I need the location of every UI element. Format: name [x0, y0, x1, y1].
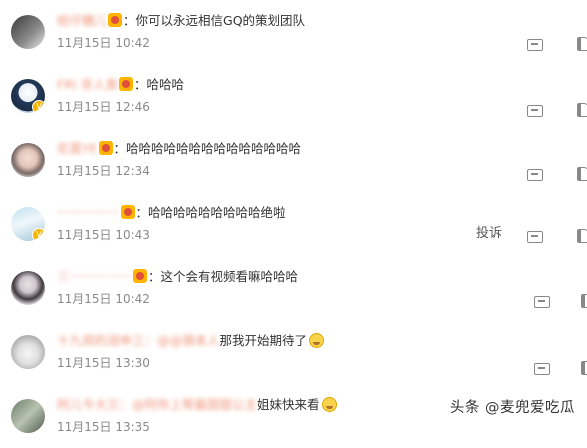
verified-icon: V	[32, 100, 45, 113]
fan-badge-icon	[120, 205, 135, 219]
report-link[interactable]: 投诉	[476, 222, 502, 241]
avatar[interactable]	[11, 15, 45, 49]
comment-text: ：哈哈哈哈哈哈哈哈哈绝啦	[135, 205, 286, 220]
fan-badge-icon	[133, 269, 148, 283]
comment-item: V FRI 非人类 ：哈哈哈 11月15日 12:46	[0, 64, 587, 128]
comment-username[interactable]: 阿儿今大兰	[57, 397, 120, 412]
like-icon[interactable]	[577, 229, 587, 243]
comment-time: 11月15日 10:42	[57, 36, 150, 50]
emoji-icon	[321, 397, 337, 412]
comment-time: 11月15日 10:43	[57, 228, 150, 242]
comment-time: 11月15日 12:46	[57, 100, 150, 114]
comment-text: 姐妹快来看	[257, 397, 320, 412]
avatar[interactable]	[11, 143, 45, 177]
comment-username[interactable]: 十九郑的润申三	[57, 333, 145, 348]
comment-icon[interactable]	[527, 105, 543, 117]
comment-item: 十九郑的润申三：@@頭本人那我开始期待了 11月15日 13:30	[0, 320, 587, 384]
comment-time: 11月15日 12:34	[57, 164, 150, 178]
comment-time: 11月15日 13:30	[57, 356, 150, 370]
like-icon[interactable]	[581, 361, 587, 375]
comment-item: 尼莫YE ：哈哈哈哈哈哈哈哈哈哈哈哈哈哈 11月15日 12:34	[0, 128, 587, 192]
emoji-icon	[309, 333, 325, 348]
avatar[interactable]	[11, 399, 45, 433]
fan-badge-icon	[98, 141, 113, 155]
mention-link[interactable]: ：@阿你上帮最甜甜公主	[120, 397, 258, 412]
like-icon[interactable]	[577, 167, 587, 181]
comment-text: ：哈哈哈哈哈哈哈哈哈哈哈哈哈哈	[113, 141, 302, 156]
comment-username[interactable]: 给仔糖儿	[57, 13, 107, 28]
comment-text: ：哈哈哈	[134, 77, 185, 92]
like-icon[interactable]	[581, 294, 587, 308]
comment-username[interactable]: 又一一一一一	[57, 269, 132, 284]
comment-item: V 一一一一一 ：哈哈哈哈哈哈哈哈哈绝啦 11月15日 10:43 投诉	[0, 192, 587, 256]
comment-icon[interactable]	[527, 169, 543, 181]
fan-badge-icon	[108, 13, 123, 27]
comment-item: 给仔糖儿 ：你可以永远相信GQ的策划团队 11月15日 10:42	[0, 0, 587, 64]
avatar[interactable]	[11, 271, 45, 305]
avatar[interactable]: V	[11, 79, 45, 113]
avatar[interactable]	[11, 335, 45, 369]
comment-icon[interactable]	[534, 296, 550, 308]
comment-icon[interactable]	[534, 363, 550, 375]
comment-time: 11月15日 10:42	[57, 292, 150, 306]
verified-icon: V	[32, 228, 45, 241]
comment-icon[interactable]	[527, 231, 543, 243]
comment-text: ：这个会有视频看嘛哈哈哈	[148, 269, 299, 284]
comment-item: 又一一一一一 ：这个会有视频看嘛哈哈哈 11月15日 10:42	[0, 256, 587, 320]
comment-text: 那我开始期待了	[219, 333, 308, 348]
fan-badge-icon	[119, 77, 134, 91]
comment-time: 11月15日 13:35	[57, 420, 150, 434]
comment-text: ：你可以永远相信GQ的策划团队	[123, 13, 306, 28]
mention-link[interactable]: ：@@頭本人	[145, 333, 220, 348]
like-icon[interactable]	[577, 37, 587, 51]
comment-username[interactable]: 尼莫YE	[57, 141, 98, 156]
comment-username[interactable]: FRI 非人类	[57, 77, 118, 92]
watermark: 头条 @麦兜爱吃瓜	[449, 400, 575, 416]
comment-icon[interactable]	[527, 39, 543, 51]
avatar[interactable]: V	[11, 207, 45, 241]
like-icon[interactable]	[577, 103, 587, 117]
comment-username[interactable]: 一一一一一	[57, 205, 120, 220]
